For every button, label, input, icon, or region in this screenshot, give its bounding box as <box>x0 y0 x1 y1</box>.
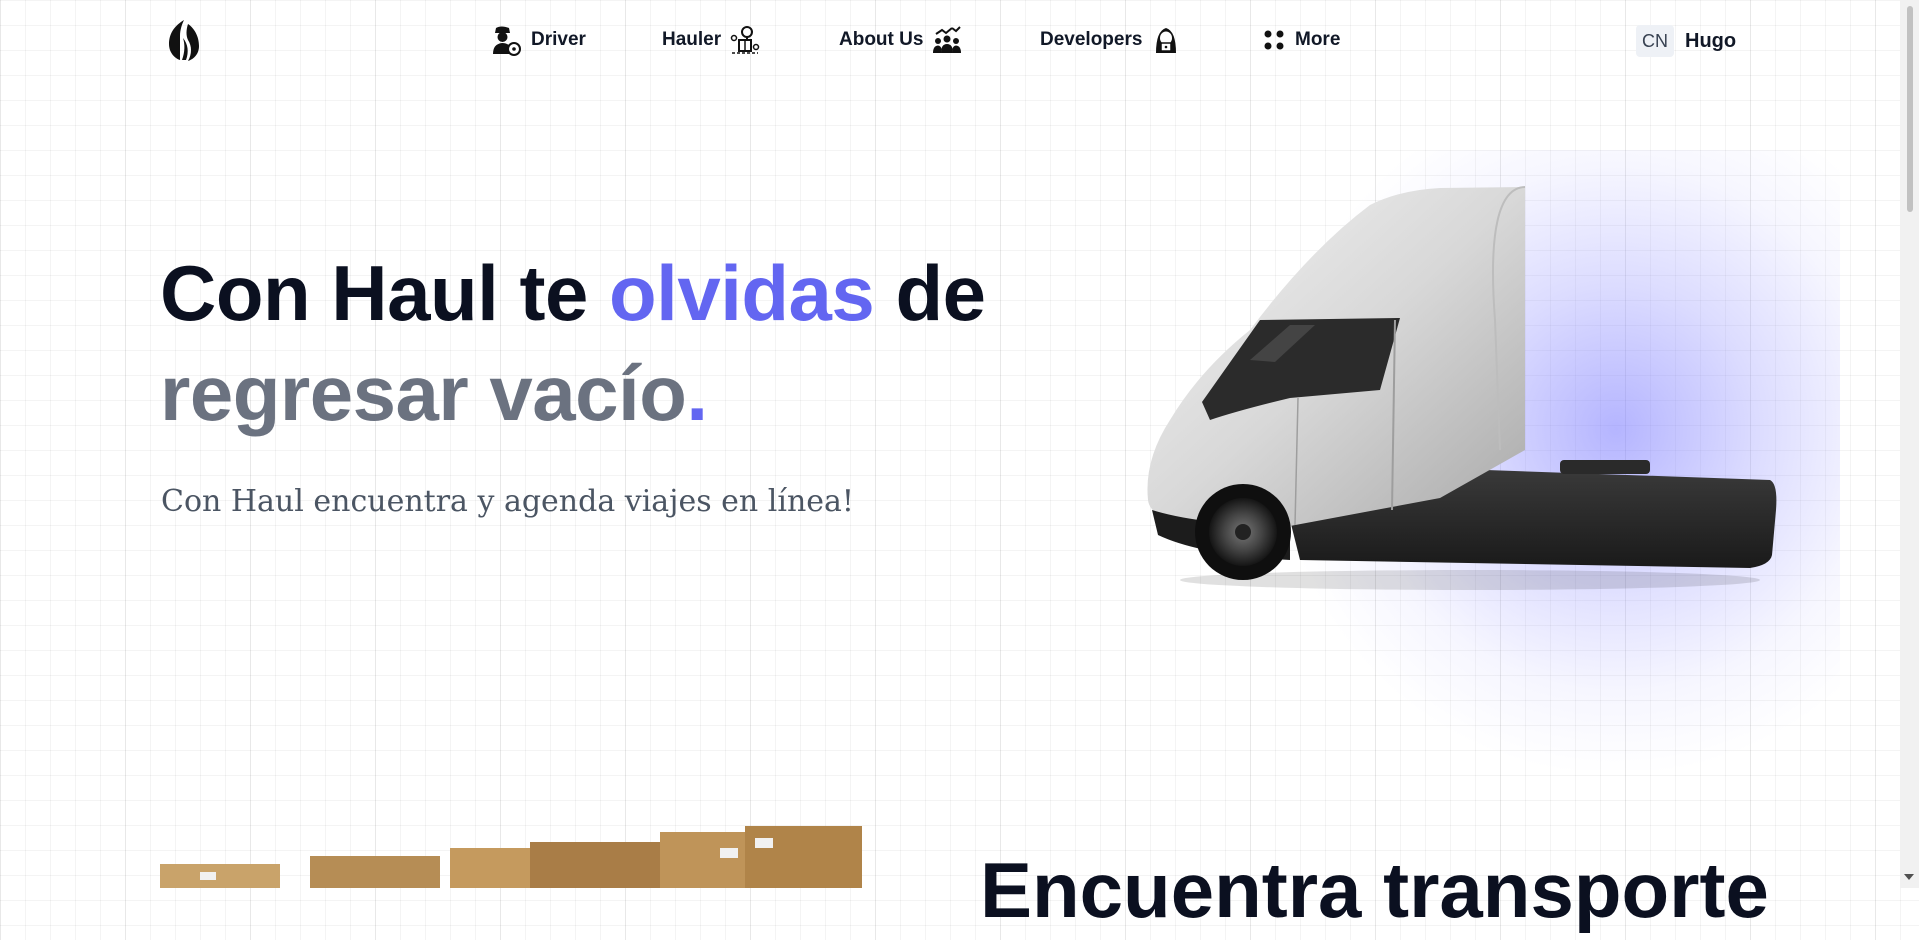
team-icon <box>933 26 962 53</box>
hero-title-line2: regresar vacío <box>160 349 687 437</box>
nav-item-label: Developers <box>1040 29 1143 50</box>
boxes-image <box>160 826 862 888</box>
driver-icon <box>493 26 521 56</box>
hero-title-accent: olvidas <box>609 249 875 337</box>
nav-item-label: More <box>1295 29 1341 50</box>
hacker-icon <box>1156 28 1177 53</box>
scrollbar-thumb[interactable] <box>1907 6 1913 212</box>
nav-item-label: About Us <box>839 29 924 50</box>
nav-item-driver[interactable]: Driver <box>490 20 586 60</box>
nav-item-about-us[interactable]: About Us <box>839 20 962 60</box>
nav-item-label: Hauler <box>662 29 722 50</box>
hero-title-part1: Con Haul te <box>160 249 610 337</box>
nav-item-label: Driver <box>531 29 586 50</box>
nav-item-more[interactable]: More <box>1262 20 1340 60</box>
page: Driver Hauler About Us Developers More C… <box>0 0 1900 934</box>
main-nav: Driver Hauler About Us Developers More <box>0 20 1900 60</box>
hauler-icon <box>730 26 760 54</box>
dots-grid-icon <box>1264 30 1284 50</box>
user-menu[interactable]: Hugo <box>1685 25 1736 57</box>
hero-title-dot: . <box>686 349 708 437</box>
language-toggle[interactable]: CN <box>1636 25 1674 57</box>
scroll-down-arrow-icon[interactable] <box>1904 874 1914 880</box>
hero-subtitle: Con Haul encuentra y agenda viajes en lí… <box>161 484 854 519</box>
truck-image <box>1147 186 1777 590</box>
hero-title-part2: de <box>874 249 986 337</box>
nav-item-hauler[interactable]: Hauler <box>662 20 760 60</box>
nav-item-developers[interactable]: Developers <box>1040 20 1181 60</box>
section-title: Encuentra transporte <box>980 846 1769 934</box>
hero-title: Con Haul te olvidas de regresar vacío. <box>160 243 1060 443</box>
